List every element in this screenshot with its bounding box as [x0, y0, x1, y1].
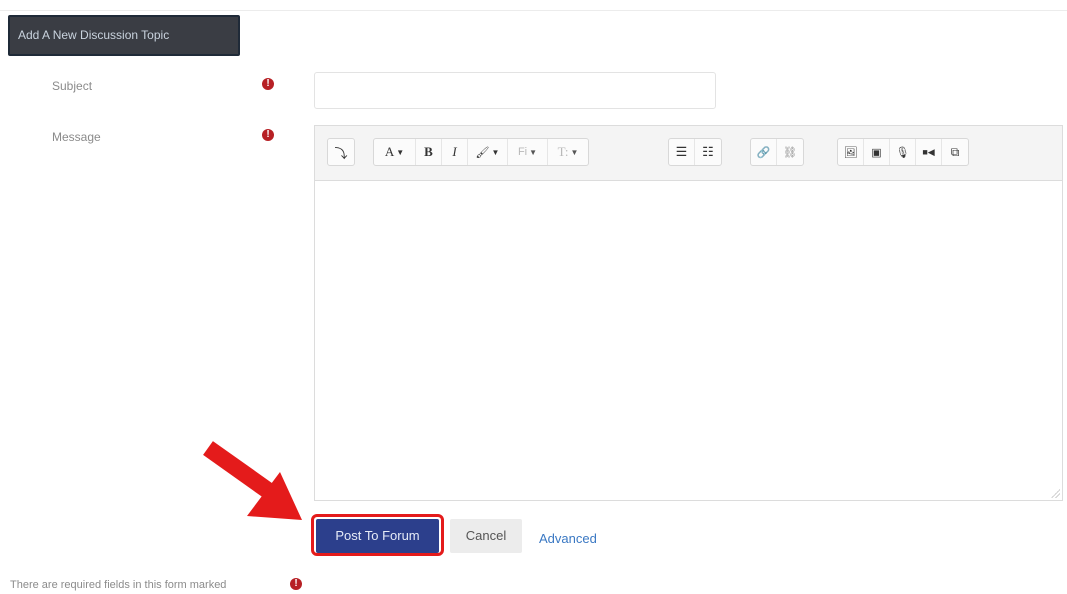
top-divider: [0, 10, 1067, 11]
chevron-down-icon: ▼: [570, 147, 579, 157]
resize-handle-icon[interactable]: [1050, 488, 1060, 498]
toolbar-group-collapse: ⤵: [327, 138, 355, 166]
microphone-icon: 🎙: [895, 146, 910, 159]
toolbar-group-media: 🖼 ▣ 🎙 ■◀ ⧉: [837, 138, 969, 166]
bold-button[interactable]: B: [416, 139, 442, 165]
subject-input[interactable]: [314, 72, 716, 109]
insert-image-button[interactable]: 🖼: [838, 139, 864, 165]
video-icon: ■◀: [922, 146, 935, 157]
advanced-link[interactable]: Advanced: [539, 531, 597, 546]
red-arrow-icon: [203, 441, 302, 520]
unordered-list-button[interactable]: ☰: [669, 139, 695, 165]
message-label: Message: [52, 130, 101, 144]
post-to-forum-button[interactable]: Post To Forum: [316, 519, 439, 553]
subject-label: Subject: [52, 79, 93, 93]
message-editor: ⤵ A ▼ B I 🖌 ▼ Fi ▼ T: ▼ ☰ ☷ 🔗 ⛓ 🖼 ▣ 🎙 ■◀…: [314, 125, 1063, 501]
link-button[interactable]: 🔗: [751, 139, 777, 165]
unlink-button[interactable]: ⛓: [777, 139, 803, 165]
ordered-list-button[interactable]: ☷: [695, 139, 721, 165]
bold-icon: B: [424, 144, 433, 159]
toolbar-group-links: 🔗 ⛓: [750, 138, 804, 166]
subject-required-icon: !: [262, 78, 274, 90]
message-textarea[interactable]: [315, 182, 1062, 500]
add-discussion-topic-button[interactable]: Add A New Discussion Topic: [8, 15, 240, 56]
unlink-icon: ⛓: [783, 146, 797, 159]
font-size-button[interactable]: Fi ▼: [508, 139, 548, 165]
font-family-icon: A: [384, 144, 395, 159]
image-icon: 🖼: [843, 146, 858, 159]
toolbar-group-format: A ▼ B I 🖌 ▼ Fi ▼ T: ▼: [373, 138, 589, 166]
file-icon: ▣: [871, 146, 882, 159]
collapse-icon: ⤵: [334, 145, 348, 161]
paragraph-icon: T:: [557, 144, 569, 159]
font-family-button[interactable]: A ▼: [374, 139, 416, 165]
font-size-icon: Fi: [517, 146, 528, 158]
copy-icon: ⧉: [950, 144, 960, 159]
collapse-toolbar-button[interactable]: ⤵: [328, 139, 354, 165]
required-icon: !: [290, 578, 302, 590]
toolbar-group-lists: ☰ ☷: [668, 138, 722, 166]
unordered-list-icon: ☰: [675, 144, 688, 159]
ordered-list-icon: ☷: [702, 144, 714, 159]
brush-icon: 🖌: [475, 146, 490, 159]
insert-file-button[interactable]: ▣: [864, 139, 890, 165]
chevron-down-icon: ▼: [491, 147, 500, 157]
brush-button[interactable]: 🖌 ▼: [468, 139, 508, 165]
record-video-button[interactable]: ■◀: [916, 139, 942, 165]
message-required-icon: !: [262, 129, 274, 141]
editor-toolbar: ⤵ A ▼ B I 🖌 ▼ Fi ▼ T: ▼ ☰ ☷ 🔗 ⛓ 🖼 ▣ 🎙 ■◀…: [315, 126, 1062, 181]
link-icon: 🔗: [756, 146, 771, 159]
chevron-down-icon: ▼: [396, 147, 405, 157]
manage-files-button[interactable]: ⧉: [942, 139, 968, 165]
chevron-down-icon: ▼: [529, 147, 538, 157]
italic-button[interactable]: I: [442, 139, 468, 165]
cancel-button[interactable]: Cancel: [450, 519, 522, 553]
required-fields-note: There are required fields in this form m…: [10, 579, 227, 591]
italic-icon: I: [452, 144, 457, 159]
record-audio-button[interactable]: 🎙: [890, 139, 916, 165]
paragraph-style-button[interactable]: T: ▼: [548, 139, 588, 165]
